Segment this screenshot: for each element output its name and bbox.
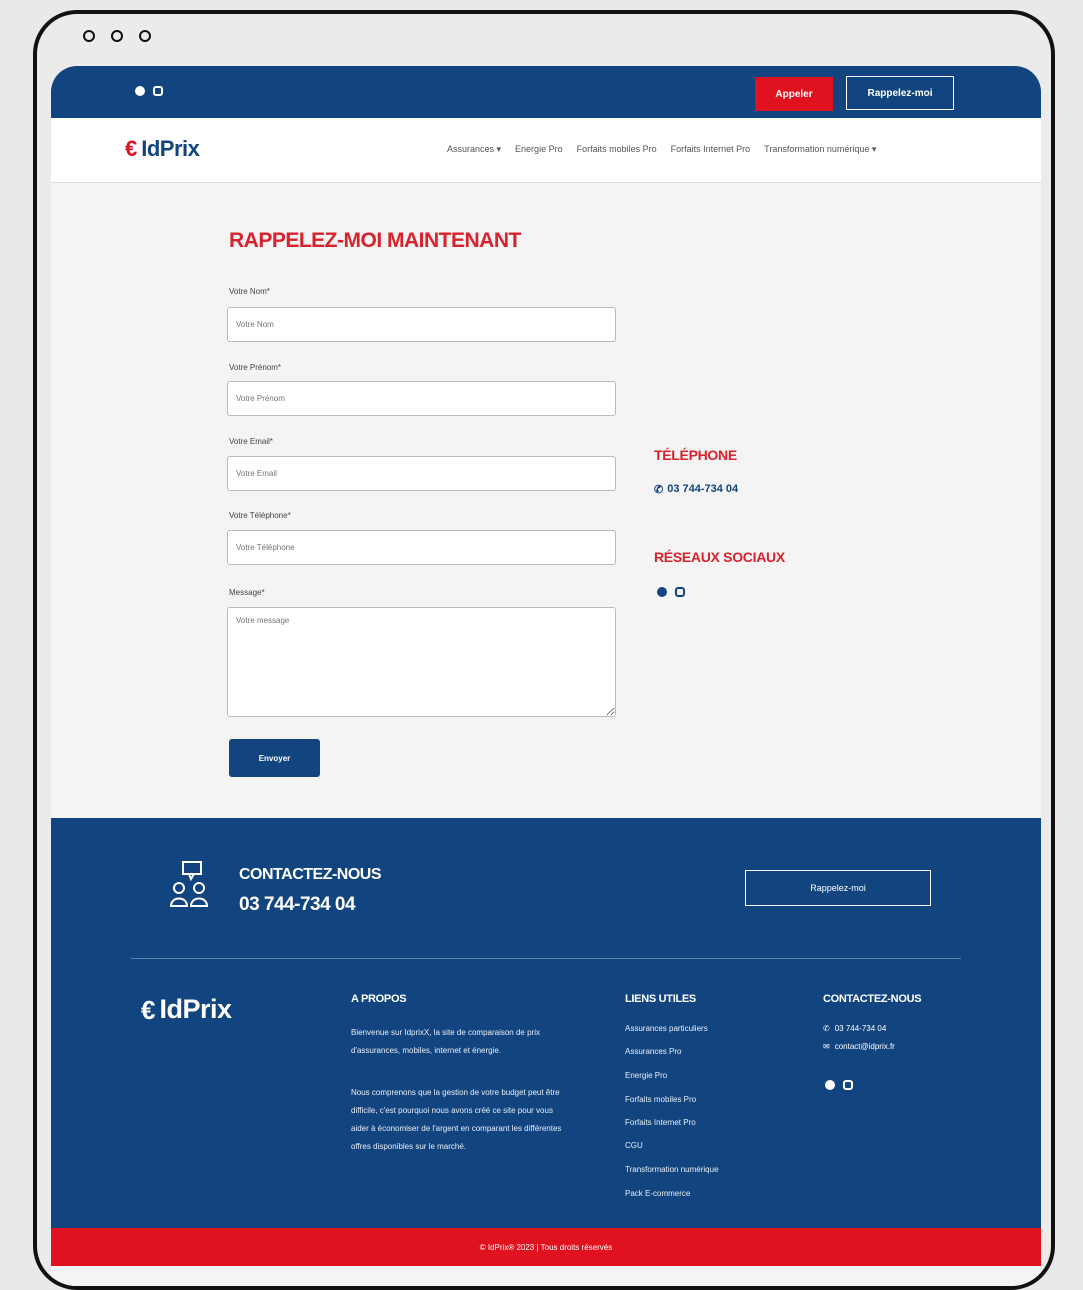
logo-text: IdPrix [141,136,200,161]
nav-item-internet[interactable]: Forfaits Internet Pro [671,144,751,155]
phone-icon: ✆ [823,1024,830,1033]
contact-form-section: RAPPELEZ-MOI MAINTENANT Votre Nom* Votre… [51,183,1041,818]
copyright-bar: © IdPrix® 2023 | Tous droits réservés [51,1228,1041,1266]
footer-link-assurances-particuliers[interactable]: Assurances particuliers [625,1024,708,1033]
facebook-icon[interactable] [825,1080,835,1090]
footer-contact-phone[interactable]: 03 744-734 04 [239,894,356,916]
links-title: LIENS UTILES [625,993,696,1005]
footer-phone-line[interactable]: ✆ 03 744-734 04 [823,1024,886,1033]
window-dot[interactable] [83,30,95,42]
euro-bulb-icon: € [141,994,156,1025]
footer-link-assurances-pro[interactable]: Assurances Pro [625,1047,681,1056]
top-social-links [135,86,163,96]
telephone-input[interactable] [227,530,616,565]
footer-link-ecommerce[interactable]: Pack E-commerce [625,1189,690,1198]
nav-item-transformation[interactable]: Transformation numérique ▾ [764,144,876,155]
phone-heading: TÉLÉPHONE [654,447,737,463]
footer-divider [131,958,961,959]
footer-email: contact@idprix.fr [834,1042,895,1051]
main-navbar: € IdPrix Assurances ▾ Energie Pro Forfai… [51,118,1041,183]
field-label-prenom: Votre Prénom* [229,363,282,372]
footer-link-transformation[interactable]: Transformation numérique [625,1165,719,1174]
window-dot[interactable] [111,30,123,42]
field-label-telephone: Votre Téléphone* [229,511,291,520]
top-bar: Appeler Rappelez-moi [51,66,1041,118]
prenom-input[interactable] [227,381,616,416]
about-text-2: Nous comprenons que la gestion de votre … [351,1088,562,1151]
recall-button-top[interactable]: Rappelez-moi [846,76,954,110]
footer-link-energie-pro[interactable]: Energie Pro [625,1071,667,1080]
instagram-icon[interactable] [153,86,163,96]
browser-viewport: Appeler Rappelez-moi € IdPrix Assurances… [51,66,1041,1286]
device-frame: Appeler Rappelez-moi € IdPrix Assurances… [33,10,1055,1290]
footer-contact-col-title: CONTACTEZ-NOUS [823,993,922,1005]
call-button[interactable]: Appeler [755,77,833,111]
window-dot[interactable] [139,30,151,42]
footer-phone: 03 744-734 04 [834,1024,887,1033]
facebook-icon[interactable] [657,587,667,597]
site-logo[interactable]: € IdPrix [125,136,200,162]
about-text-1: Bienvenue sur IdprixX, la site de compar… [351,1028,540,1055]
email-input[interactable] [227,456,616,491]
recall-button-footer[interactable]: Rappelez-moi [745,870,931,906]
footer-social-links [825,1080,853,1090]
form-title: RAPPELEZ-MOI MAINTENANT [229,229,521,252]
footer-logo[interactable]: € IdPrix [141,994,232,1025]
message-textarea[interactable] [227,607,616,717]
footer-link-cgu[interactable]: CGU [625,1141,643,1150]
nom-input[interactable] [227,307,616,342]
email-icon: ✉ [823,1042,830,1051]
nav-item-assurances[interactable]: Assurances ▾ [447,144,501,155]
facebook-icon[interactable] [135,86,145,96]
nav-item-energie[interactable]: Energie Pro [515,144,563,155]
field-label-email: Votre Email* [229,437,274,446]
field-label-message: Message* [229,588,265,597]
footer-contact-title: CONTACTEZ-NOUS [239,866,382,883]
nav-menu: Assurances ▾ Energie Pro Forfaits mobile… [447,144,876,155]
footer-link-internet-pro[interactable]: Forfaits Internet Pro [625,1118,696,1127]
field-label-nom: Votre Nom* [229,287,270,296]
nav-item-mobiles[interactable]: Forfaits mobiles Pro [577,144,657,155]
footer-link-mobiles-pro[interactable]: Forfaits mobiles Pro [625,1095,696,1104]
content-social-links [657,587,685,597]
phone-line[interactable]: ✆ 03 744-734 04 [654,483,738,496]
footer-email-line[interactable]: ✉ contact@idprix.fr [823,1042,895,1051]
instagram-icon[interactable] [675,587,685,597]
chat-icon [169,861,209,907]
euro-bulb-icon: € [125,136,138,161]
window-controls [83,30,151,42]
phone-icon: ✆ [654,484,664,496]
phone-number: 03 744-734 04 [667,483,739,495]
about-title: A PROPOS [351,993,407,1005]
footer-logo-text: IdPrix [159,994,232,1024]
instagram-icon[interactable] [843,1080,853,1090]
submit-button[interactable]: Envoyer [229,739,320,777]
site-footer: CONTACTEZ-NOUS 03 744-734 04 Rappelez-mo… [51,818,1041,1228]
social-heading: RÉSEAUX SOCIAUX [654,549,785,565]
